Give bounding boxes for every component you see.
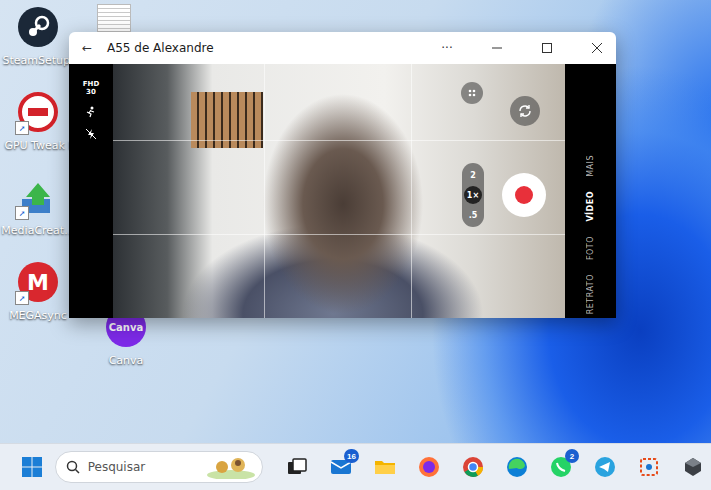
desktop-icon[interactable]: ➚ MediaCreat... bbox=[0, 174, 76, 237]
record-icon bbox=[515, 186, 533, 204]
desktop: SteamSetup.➚GPU Tweak I➚MediaCreat...M➚M… bbox=[0, 0, 711, 443]
title-bar: ← A55 de Alexandre ··· bbox=[69, 32, 616, 64]
camera-mode[interactable]: VÍDEO bbox=[586, 191, 595, 222]
shortcut-arrow-icon: ➚ bbox=[15, 206, 29, 220]
taskbar-app[interactable] bbox=[675, 447, 711, 487]
chrome-icon bbox=[461, 455, 485, 479]
taskbar-app[interactable] bbox=[631, 447, 667, 487]
minimize-button[interactable] bbox=[478, 32, 516, 64]
search-placeholder: Pesquisar bbox=[88, 460, 198, 474]
explorer-icon bbox=[373, 455, 397, 479]
video-quality[interactable]: FHD30 bbox=[83, 80, 99, 96]
snip-icon bbox=[637, 455, 661, 479]
minimize-icon bbox=[492, 43, 502, 53]
desktop-icon-label: MediaCreat... bbox=[1, 224, 74, 237]
start-button[interactable] bbox=[18, 452, 47, 482]
camera-mode[interactable]: MAIS bbox=[586, 155, 595, 177]
zoom-button[interactable]: .5 bbox=[464, 206, 482, 224]
close-icon bbox=[592, 43, 602, 53]
taskbar-app[interactable] bbox=[279, 447, 315, 487]
shortcut-arrow-icon: ➚ bbox=[15, 121, 29, 135]
grid-dots-icon bbox=[467, 88, 477, 98]
flash-off-icon[interactable] bbox=[85, 128, 97, 140]
telegram-icon bbox=[593, 455, 617, 479]
screen: SteamSetup.➚GPU Tweak I➚MediaCreat...M➚M… bbox=[0, 0, 711, 490]
dots-button[interactable] bbox=[461, 82, 483, 104]
camera-settings: FHD30 bbox=[69, 64, 113, 318]
camera-mode[interactable]: RETRATO bbox=[586, 274, 595, 314]
record-button[interactable] bbox=[502, 173, 546, 217]
shortcut-arrow-icon: ➚ bbox=[15, 291, 29, 305]
box-icon bbox=[681, 455, 705, 479]
taskbar-app[interactable] bbox=[411, 447, 447, 487]
search-icon bbox=[66, 460, 80, 474]
grid-line bbox=[264, 64, 265, 318]
desktop-icon[interactable]: ➚ GPU Tweak I bbox=[0, 89, 76, 152]
maximize-icon bbox=[542, 43, 552, 53]
edge-icon bbox=[505, 455, 529, 479]
desktop-icon-label: Canva bbox=[109, 354, 144, 367]
switch-camera-icon bbox=[517, 103, 533, 119]
notification-badge: 16 bbox=[344, 449, 359, 463]
grid-line bbox=[113, 234, 565, 235]
desktop-icon-label: GPU Tweak I bbox=[4, 139, 71, 152]
grid-line bbox=[113, 140, 565, 141]
zoom-selector: 2 1× .5 bbox=[462, 163, 484, 227]
desktop-icon-column: SteamSetup.➚GPU Tweak I➚MediaCreat...M➚M… bbox=[0, 4, 76, 322]
grid-line bbox=[411, 64, 412, 318]
window-title: A55 de Alexandre bbox=[107, 41, 416, 55]
taskbar-app[interactable]: 2 bbox=[543, 447, 579, 487]
document-thumbnail-icon[interactable] bbox=[97, 4, 131, 32]
taskview-icon bbox=[285, 455, 309, 479]
camera-preview: 2 1× .5 bbox=[113, 64, 565, 318]
search-highlight-icon bbox=[206, 455, 256, 479]
phone-mirror-window: ←A55 de Alexandre···FHD3021×.5MAISVÍDEOF… bbox=[69, 32, 616, 318]
steam-icon bbox=[18, 7, 58, 47]
switch-camera-button[interactable] bbox=[510, 96, 540, 126]
camera-view: FHD30 2 1× .5 MAIS VÍDEO FOTO RETRATO bbox=[69, 64, 616, 318]
taskbar-apps: 16 2 bbox=[279, 447, 711, 487]
camera-mode[interactable]: FOTO bbox=[586, 236, 595, 260]
desktop-icon[interactable]: SteamSetup. bbox=[0, 4, 76, 67]
taskbar-app[interactable] bbox=[367, 447, 403, 487]
taskbar-app[interactable] bbox=[499, 447, 535, 487]
motion-icon[interactable] bbox=[85, 106, 97, 118]
zoom-button[interactable]: 1× bbox=[464, 186, 482, 204]
taskbar-app[interactable] bbox=[455, 447, 491, 487]
back-button[interactable]: ← bbox=[79, 32, 95, 64]
firefox-icon bbox=[417, 455, 441, 479]
taskbar-app[interactable] bbox=[587, 447, 623, 487]
taskbar-app[interactable]: 16 bbox=[323, 447, 359, 487]
taskbar: Pesquisar 16 2 bbox=[0, 443, 711, 490]
close-button[interactable] bbox=[578, 32, 616, 64]
notification-badge: 2 bbox=[565, 449, 579, 463]
more-button[interactable]: ··· bbox=[428, 32, 466, 64]
maximize-button[interactable] bbox=[528, 32, 566, 64]
zoom-button[interactable]: 2 bbox=[464, 166, 482, 184]
desktop-icon-label: SteamSetup. bbox=[2, 54, 73, 67]
desktop-icon-label: MEGAsync bbox=[9, 309, 67, 322]
desktop-icon[interactable]: M➚MEGAsync bbox=[0, 259, 76, 322]
camera-modes: MAIS VÍDEO FOTO RETRATO bbox=[565, 64, 616, 318]
windows-icon bbox=[22, 457, 42, 477]
search-box[interactable]: Pesquisar bbox=[55, 451, 263, 483]
